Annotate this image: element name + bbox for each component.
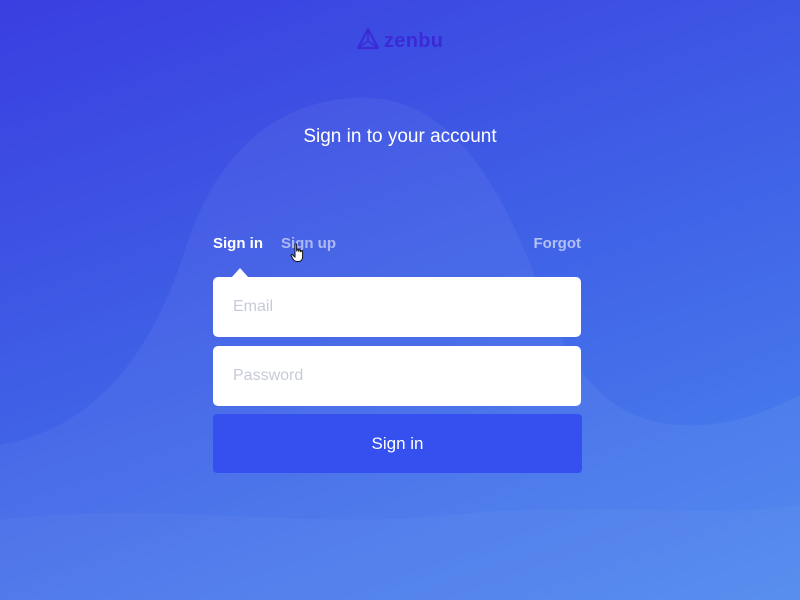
page-title: Sign in to your account xyxy=(303,126,497,147)
email-input[interactable] xyxy=(231,297,563,317)
sign-in-button[interactable]: Sign in xyxy=(213,414,582,473)
auth-tabs: Sign in Sign up Forgot xyxy=(213,235,581,255)
password-input[interactable] xyxy=(231,366,563,386)
active-tab-indicator xyxy=(232,268,248,277)
forgot-link[interactable]: Forgot xyxy=(534,235,581,252)
password-field[interactable] xyxy=(213,346,581,406)
brand-logo[interactable]: zenbu xyxy=(356,27,444,56)
brand-name: zenbu xyxy=(384,29,444,52)
triangle-logo-icon xyxy=(356,27,380,56)
email-field[interactable] xyxy=(213,277,581,337)
tab-sign-in[interactable]: Sign in xyxy=(213,235,263,252)
hand-pointer-icon xyxy=(290,243,304,262)
